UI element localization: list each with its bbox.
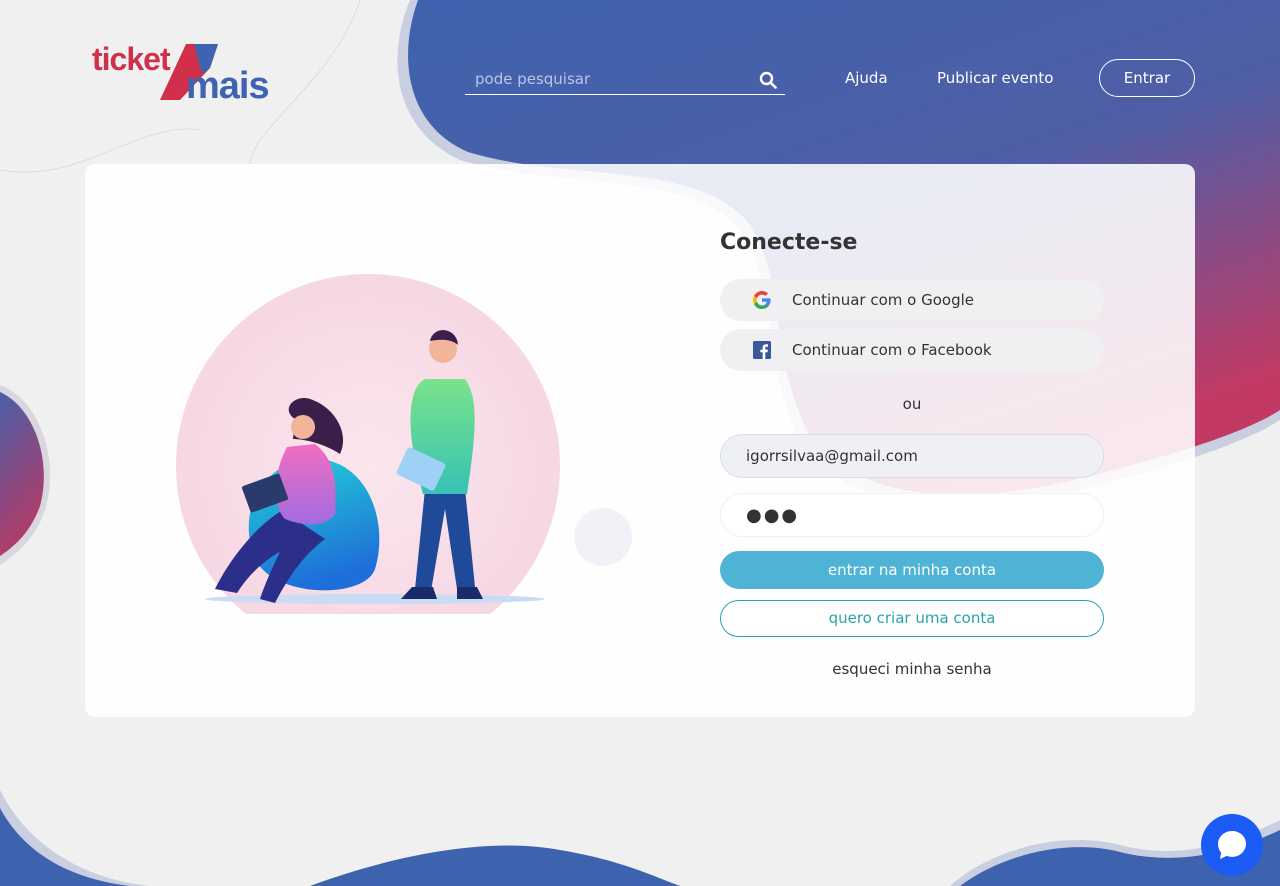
search-input[interactable] [465,64,745,94]
people-illustration [176,274,560,614]
facebook-login-label: Continuar com o Facebook [792,341,992,359]
header-login-button[interactable]: Entrar [1099,59,1195,97]
facebook-icon [753,341,771,359]
facebook-login-button[interactable]: Continuar com o Facebook [720,329,1104,371]
login-form: Conecte-se Continuar com o Google Contin… [720,164,1104,717]
login-title: Conecte-se [720,230,858,255]
nav-help-link[interactable]: Ajuda [845,69,888,87]
nav-publish-event-link[interactable]: Publicar evento [937,69,1053,87]
chat-icon [1218,831,1246,859]
google-login-label: Continuar com o Google [792,291,974,309]
google-icon [753,291,771,309]
logo-text-ticket: ticket [92,41,171,77]
login-card: Conecte-se Continuar com o Google Contin… [85,164,1195,717]
google-login-button[interactable]: Continuar com o Google [720,279,1104,321]
search-icon[interactable] [759,71,777,89]
create-account-button[interactable]: quero criar uma conta [720,600,1104,637]
logo-text-mais: mais [186,65,269,102]
chat-button[interactable] [1201,814,1263,876]
ticketmais-logo[interactable]: ticket mais [90,40,282,102]
separator-text: ou [902,395,922,413]
password-field[interactable] [720,493,1104,537]
forgot-password-link[interactable]: esqueci minha senha [720,660,1104,678]
email-field[interactable] [720,434,1104,478]
decorative-circle [574,508,632,566]
submit-login-button[interactable]: entrar na minha conta [720,551,1104,589]
search-bar [465,64,785,95]
